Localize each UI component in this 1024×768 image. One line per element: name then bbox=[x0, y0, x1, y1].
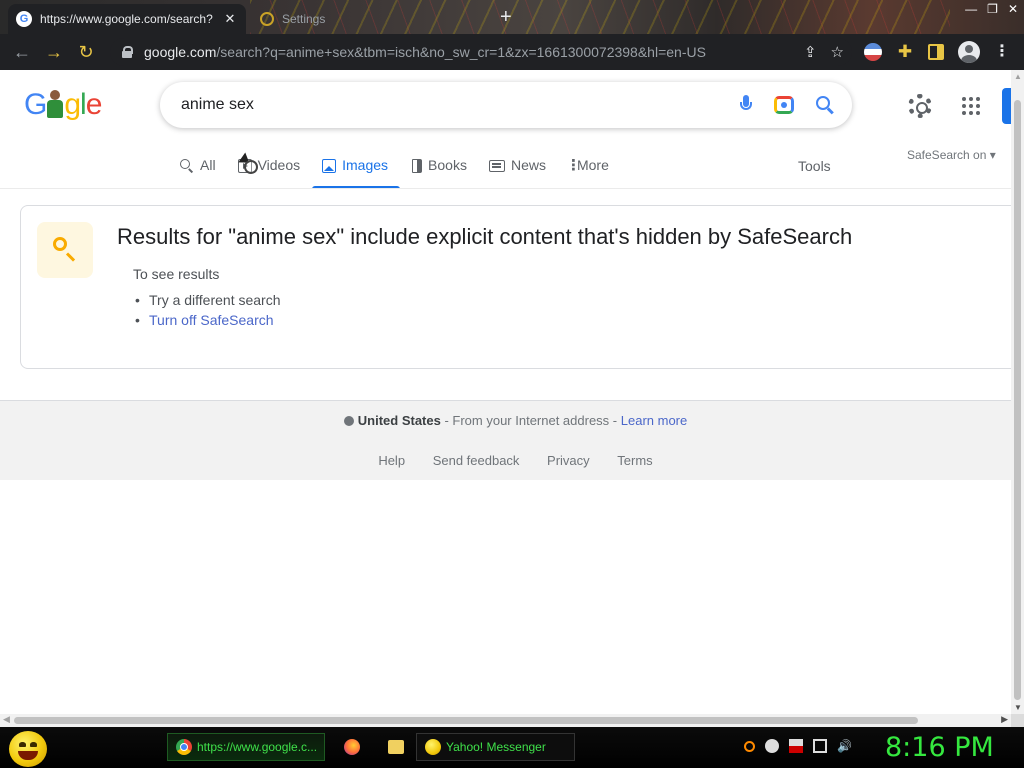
google-doodle-logo[interactable]: Ggle bbox=[24, 88, 102, 122]
sign-in-button[interactable] bbox=[1002, 88, 1011, 124]
folder-icon bbox=[388, 740, 404, 754]
book-icon bbox=[412, 159, 423, 173]
scroll-down-arrow-icon[interactable]: ▼ bbox=[1014, 703, 1022, 712]
search-box[interactable]: anime sex bbox=[160, 82, 852, 128]
more-dots-icon bbox=[566, 156, 581, 174]
side-panel-icon[interactable] bbox=[928, 44, 944, 60]
address-bar[interactable]: google.com/search?q=anime+sex&tbm=isch&n… bbox=[110, 38, 852, 66]
bookmark-star-icon[interactable]: ☆ bbox=[831, 43, 844, 61]
taskbar-clock[interactable]: 8:16 PM bbox=[885, 732, 994, 763]
scroll-up-arrow-icon[interactable]: ▲ bbox=[1014, 72, 1022, 81]
search-tray-icon[interactable] bbox=[744, 740, 755, 752]
system-tray: 🔊 bbox=[744, 739, 852, 753]
country-name: United States bbox=[357, 413, 441, 428]
news-icon bbox=[488, 160, 505, 172]
google-lens-icon[interactable] bbox=[774, 96, 794, 114]
close-window-icon[interactable]: ✕ bbox=[1008, 2, 1018, 16]
settings-gear-icon[interactable] bbox=[908, 94, 932, 118]
share-icon[interactable]: ⇪ bbox=[804, 43, 817, 61]
chrome-menu-icon[interactable]: ⋮ bbox=[994, 43, 1010, 61]
google-favicon-icon: G bbox=[16, 11, 32, 27]
divider bbox=[0, 188, 1011, 189]
tab-title: Settings bbox=[282, 12, 326, 26]
tab-books[interactable]: Books bbox=[412, 146, 467, 188]
chrome-icon bbox=[176, 739, 192, 755]
location-dot-icon bbox=[343, 416, 354, 426]
suggestion-list: Try a different search Turn off SafeSear… bbox=[135, 290, 281, 330]
list-item: Try a different search bbox=[135, 290, 280, 310]
search-input[interactable]: anime sex bbox=[181, 96, 254, 114]
browser-tab-google[interactable]: G https://www.google.com/search? ✕ bbox=[8, 4, 246, 34]
notice-heading: Results for "anime sex" include explicit… bbox=[117, 224, 853, 249]
tab-all[interactable]: All bbox=[180, 146, 216, 188]
yahoo-messenger-icon bbox=[425, 739, 441, 755]
forward-arrow-icon[interactable]: → bbox=[38, 36, 70, 68]
help-link[interactable]: Help bbox=[378, 453, 405, 468]
status-tray-icon[interactable] bbox=[765, 739, 779, 753]
new-tab-button[interactable]: + bbox=[500, 7, 512, 27]
magnifier-icon bbox=[53, 237, 67, 251]
tab-images[interactable]: Images bbox=[312, 146, 400, 189]
tools-button[interactable]: Tools bbox=[798, 158, 831, 174]
settings-favicon-icon bbox=[260, 12, 274, 26]
safesearch-dropdown[interactable]: SafeSearch on ▾ bbox=[907, 148, 996, 162]
browser-tab-settings[interactable]: Settings bbox=[250, 4, 480, 34]
taskbar-item-yahoo-messenger[interactable]: Yahoo! Messenger bbox=[416, 733, 575, 761]
window-controls: — ❐ ✕ bbox=[965, 2, 1018, 16]
google-results-page: Ggle anime sex All Videos Images Books N… bbox=[0, 70, 1011, 714]
terms-link[interactable]: Terms bbox=[617, 453, 652, 468]
extensions-puzzle-icon[interactable]: ✚ bbox=[896, 43, 914, 61]
search-icon bbox=[180, 159, 194, 173]
reload-icon[interactable]: ↻ bbox=[70, 36, 102, 68]
scroll-left-arrow-icon[interactable]: ◀ bbox=[3, 714, 10, 725]
google-apps-icon[interactable] bbox=[962, 97, 980, 115]
tab-title: https://www.google.com/search? bbox=[40, 12, 213, 26]
screen: G https://www.google.com/search? ✕ Setti… bbox=[0, 0, 1024, 768]
taskbar-item-folder[interactable] bbox=[380, 733, 410, 761]
restore-icon[interactable]: ❐ bbox=[987, 2, 998, 16]
send-feedback-link[interactable]: Send feedback bbox=[433, 453, 520, 468]
microphone-icon[interactable] bbox=[740, 95, 752, 115]
scroll-right-arrow-icon[interactable]: ▶ bbox=[1001, 714, 1008, 725]
flag-extension-icon[interactable] bbox=[864, 43, 882, 61]
scrollbar-corner bbox=[1011, 714, 1024, 727]
image-icon bbox=[322, 159, 337, 173]
profile-avatar-icon[interactable] bbox=[958, 41, 980, 63]
safesearch-badge bbox=[37, 222, 93, 278]
taskbar-item-firefox[interactable] bbox=[336, 733, 366, 761]
browser-tabstrip: G https://www.google.com/search? ✕ Setti… bbox=[0, 0, 1024, 34]
back-arrow-icon[interactable]: ← bbox=[6, 36, 38, 68]
privacy-link[interactable]: Privacy bbox=[547, 453, 590, 468]
scrollbar-thumb[interactable] bbox=[1014, 100, 1021, 700]
extension-icons: ✚ ⋮ bbox=[864, 34, 1010, 70]
location-line: United States - From your Internet addre… bbox=[0, 413, 1011, 428]
minimize-icon[interactable]: — bbox=[965, 2, 977, 16]
tab-more[interactable]: More bbox=[566, 146, 609, 188]
scrollbar-thumb[interactable] bbox=[14, 717, 918, 724]
url-host: google.com bbox=[144, 44, 217, 60]
cursor-busy-ring-icon bbox=[244, 160, 258, 174]
safesearch-notice-card: Results for "anime sex" include explicit… bbox=[20, 205, 1011, 369]
network-tray-icon[interactable] bbox=[813, 739, 827, 753]
volume-icon[interactable]: 🔊 bbox=[837, 739, 852, 753]
see-results-label: To see results bbox=[133, 266, 220, 282]
doodle-figure-icon bbox=[44, 90, 66, 120]
flag-tray-icon[interactable] bbox=[789, 739, 803, 753]
horizontal-scrollbar[interactable]: ◀ ▶ bbox=[0, 714, 1011, 727]
page-footer: United States - From your Internet addre… bbox=[0, 400, 1011, 480]
footer-links: Help Send feedback Privacy Terms bbox=[0, 453, 1011, 468]
taskbar: https://www.google.c... Yahoo! Messenger… bbox=[0, 727, 1024, 768]
vertical-scrollbar[interactable]: ▲ ▼ bbox=[1011, 70, 1024, 714]
tab-news[interactable]: News bbox=[488, 146, 546, 188]
taskbar-item-chrome[interactable]: https://www.google.c... bbox=[167, 733, 325, 761]
search-icon[interactable] bbox=[816, 96, 834, 114]
start-button-smiley-icon[interactable] bbox=[9, 731, 47, 767]
lock-icon[interactable] bbox=[122, 46, 133, 58]
learn-more-link[interactable]: Learn more bbox=[621, 413, 687, 428]
close-tab-icon[interactable]: ✕ bbox=[222, 11, 238, 27]
url-path: /search?q=anime+sex&tbm=isch&no_sw_cr=1&… bbox=[216, 44, 706, 60]
turn-off-safesearch-link[interactable]: Turn off SafeSearch bbox=[135, 310, 281, 330]
firefox-icon bbox=[344, 739, 360, 755]
